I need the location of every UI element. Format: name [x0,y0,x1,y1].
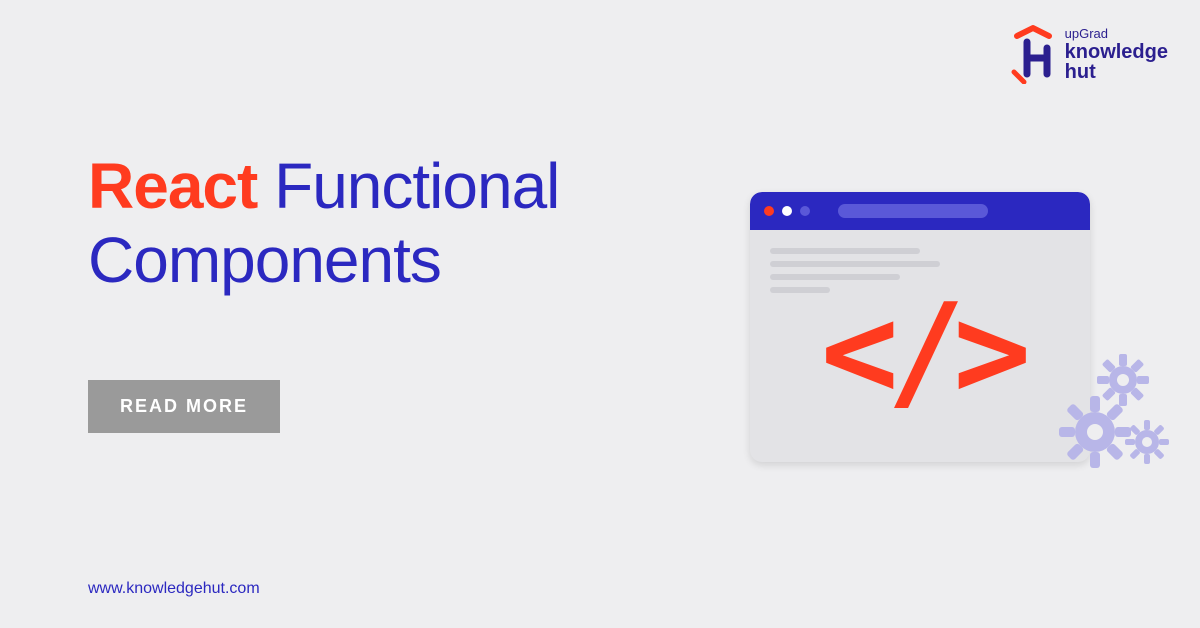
logo-upgrad-text: upGrad [1065,27,1168,40]
read-more-button[interactable]: READ MORE [88,380,280,433]
window-dot-blue-icon [800,206,810,216]
page-title: React Functional Components [88,150,559,297]
logo-text: upGrad knowledge hut [1065,27,1168,82]
window-dot-white-icon [782,206,792,216]
logo-mark-icon [1009,24,1057,84]
browser-body: </> [750,230,1090,462]
text-line-icon [770,261,940,267]
title-accent: React [88,150,257,222]
brand-logo: upGrad knowledge hut [1009,24,1168,84]
gears-icon [1055,352,1175,482]
browser-titlebar [750,192,1090,230]
logo-knowledge-text: knowledge [1065,42,1168,62]
browser-window-icon: </> [750,192,1090,462]
code-brackets-icon: </> [821,286,1020,416]
title-word-2: Components [88,224,441,296]
text-line-icon [770,248,920,254]
logo-hut-text: hut [1065,62,1168,82]
window-dot-red-icon [764,206,774,216]
browser-url-bar-icon [838,204,988,218]
code-window-illustration: </> [750,192,1130,472]
footer-url: www.knowledgehut.com [88,580,260,598]
title-word-1: Functional [274,150,559,222]
